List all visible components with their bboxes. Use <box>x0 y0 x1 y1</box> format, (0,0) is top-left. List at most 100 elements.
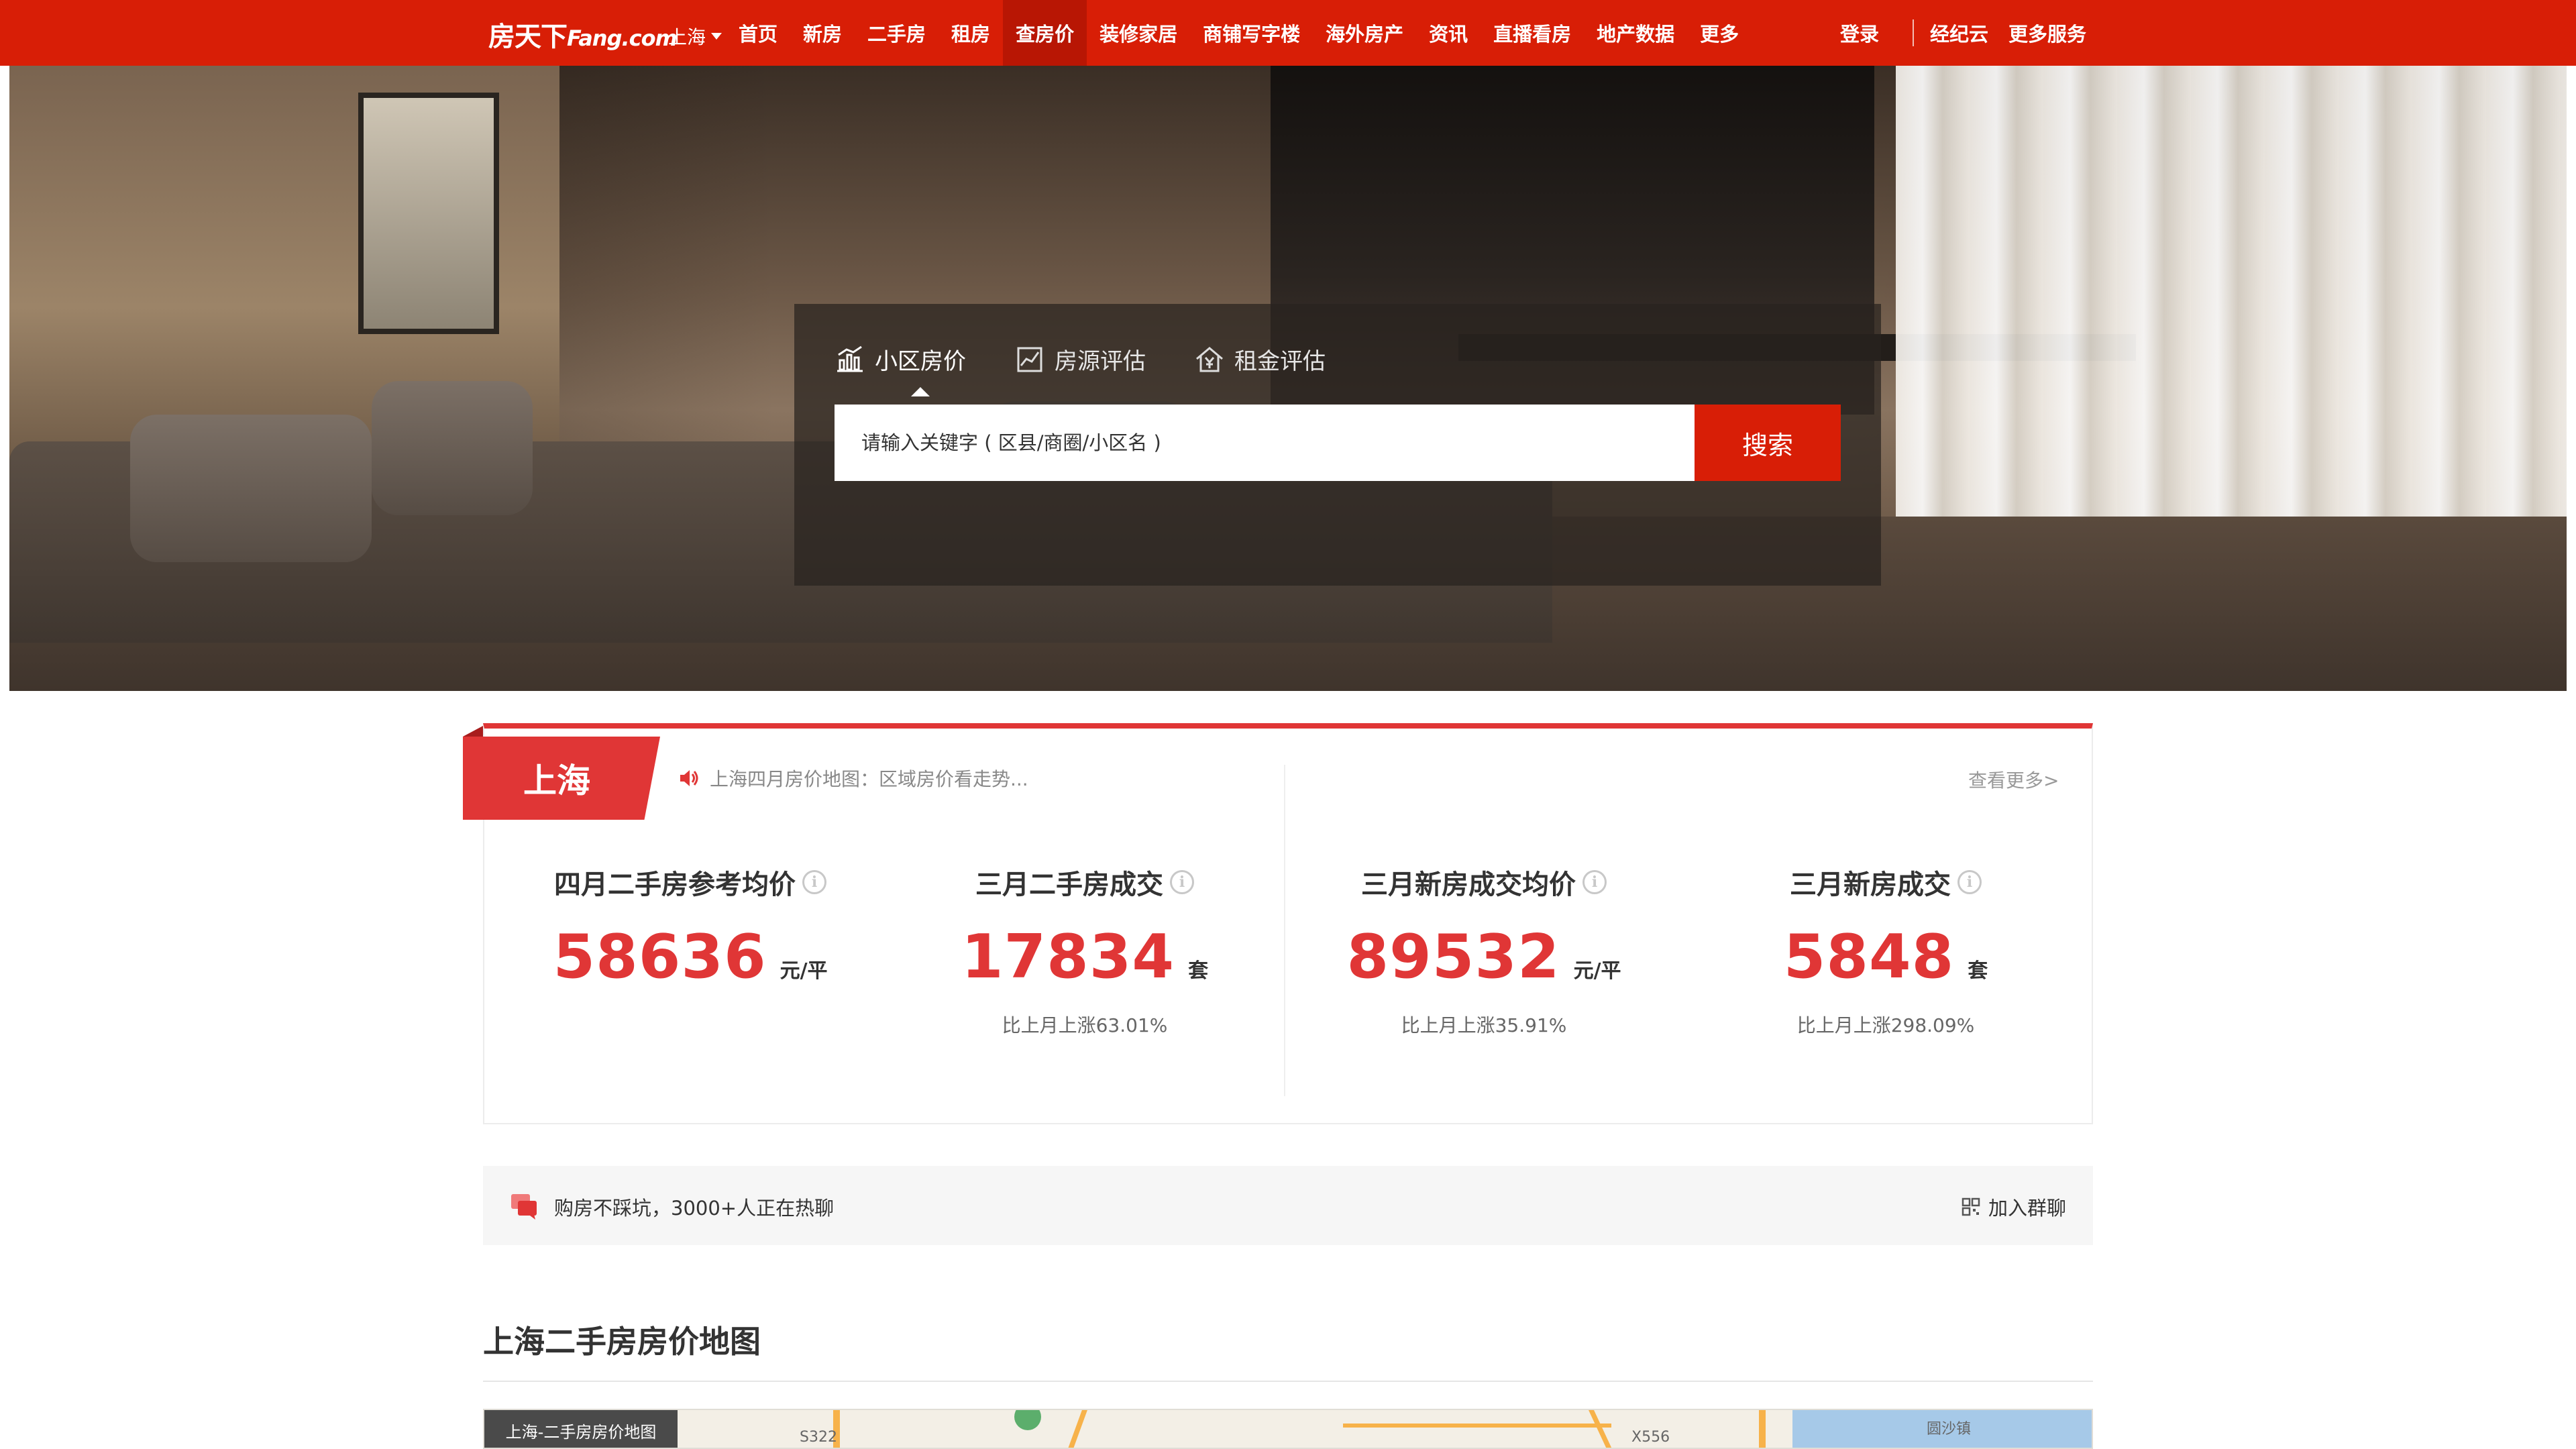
join-group-label: 加入群聊 <box>1988 1197 2066 1220</box>
stat-compare: 比上月上涨63.01% <box>1002 1014 1168 1036</box>
bar-chart-icon <box>837 345 863 372</box>
stat-resale-avg-price: 四月二手房参考均价 i 58636 元/平 <box>516 863 865 1011</box>
map-place-label: S322 <box>800 1429 837 1446</box>
stat-unit: 套 <box>1968 959 1988 983</box>
stat-label: 三月新房成交 <box>1790 869 1951 900</box>
nav-item-commercial[interactable]: 商铺写字楼 <box>1190 0 1313 66</box>
nav-item-new-homes[interactable]: 新房 <box>790 0 855 66</box>
tab-rent-valuation[interactable]: 租金评估 <box>1194 343 1326 376</box>
map-place-label: 圆沙镇 <box>1927 1421 1972 1438</box>
info-icon[interactable]: i <box>1170 870 1194 894</box>
stat-value: 17834 <box>961 922 1175 992</box>
map-place-label: X556 <box>1631 1429 1670 1446</box>
map-section-title: 上海二手房房价地图 <box>483 1324 761 1360</box>
stat-unit: 套 <box>1188 959 1209 983</box>
search-panel: 小区房价 房源评估 租金评估 搜索 <box>794 304 1881 586</box>
site-logo[interactable]: 房天下 Fang.com <box>488 15 678 52</box>
search-input[interactable] <box>835 405 1695 481</box>
hero-banner: 小区房价 房源评估 租金评估 搜索 <box>9 66 2567 691</box>
active-tab-pointer <box>911 387 930 396</box>
hero-cushion <box>372 381 533 515</box>
more-services-link[interactable]: 更多服务 <box>2008 19 2086 47</box>
nav-item-overseas[interactable]: 海外房产 <box>1313 0 1416 66</box>
search-button[interactable]: 搜索 <box>1695 405 1841 481</box>
stat-unit: 元/平 <box>780 959 828 983</box>
info-icon[interactable]: i <box>802 870 826 894</box>
stats-divider <box>1284 765 1285 1096</box>
stat-number-row: 17834 套 <box>910 922 1259 992</box>
stat-label-row: 四月二手房参考均价 i <box>516 863 865 902</box>
ticker-text: 上海四月房价地图：区域房价看走势... <box>710 768 1028 790</box>
stat-label: 三月新房成交均价 <box>1361 869 1576 900</box>
nav-item-price-check[interactable]: 查房价 <box>1003 0 1087 66</box>
stat-label-row: 三月新房成交 i <box>1711 863 2060 902</box>
city-flag-fold <box>463 726 483 737</box>
stat-number-row: 5848 套 <box>1711 922 2060 992</box>
city-flag-name: 上海 <box>523 761 590 800</box>
join-group-button[interactable]: 加入群聊 <box>1962 1193 2066 1221</box>
stat-compare: 比上月上涨35.91% <box>1401 1014 1567 1036</box>
house-yen-icon <box>1196 346 1223 372</box>
agent-cloud-link[interactable]: 经纪云 <box>1930 19 1988 47</box>
stat-unit: 元/平 <box>1573 959 1621 983</box>
tab-property-valuation-label: 房源评估 <box>1055 348 1146 375</box>
hero-artwork <box>358 93 499 334</box>
logo-en: Fang.com <box>567 25 678 51</box>
map-road <box>1067 1410 1087 1448</box>
news-ticker[interactable]: 上海四月房价地图：区域房价看走势... <box>678 765 1028 792</box>
tab-property-valuation[interactable]: 房源评估 <box>1014 343 1146 376</box>
map-park-marker <box>1014 1410 1041 1430</box>
nav-item-more[interactable]: 更多 <box>1687 0 1752 66</box>
tab-rent-valuation-label: 租金评估 <box>1234 348 1326 375</box>
login-link[interactable]: 登录 <box>1840 19 1879 47</box>
chevron-down-icon <box>711 33 722 40</box>
stat-compare: 比上月上涨298.09% <box>1796 1014 1975 1036</box>
group-chat-bar: 购房不踩坑，3000+人正在热聊 加入群聊 <box>483 1166 2093 1245</box>
stat-number-row: 58636 元/平 <box>516 922 865 992</box>
qr-code-icon <box>1962 1197 1980 1216</box>
nav-item-data[interactable]: 地产数据 <box>1584 0 1687 66</box>
city-switcher-label: 上海 <box>668 26 706 48</box>
tab-community-price[interactable]: 小区房价 <box>835 343 966 376</box>
nav-item-live[interactable]: 直播看房 <box>1481 0 1584 66</box>
hero-cushion <box>130 415 372 562</box>
main-nav: 首页 新房 二手房 租房 查房价 装修家居 商铺写字楼 海外房产 资讯 直播看房… <box>726 0 1752 66</box>
top-nav: 房天下 Fang.com 上海 首页 新房 二手房 租房 查房价 装修家居 商铺… <box>0 0 2576 66</box>
stat-new-home-avg-price: 三月新房成交均价 i 89532 元/平 比上月上涨35.91% <box>1309 863 1658 1038</box>
nav-item-home[interactable]: 首页 <box>726 0 790 66</box>
see-more-link[interactable]: 查看更多> <box>1968 766 2059 793</box>
stat-value: 89532 <box>1346 922 1560 992</box>
map-label: 上海-二手房房价地图 <box>484 1410 678 1448</box>
trend-chart-icon <box>1017 347 1042 372</box>
nav-divider <box>1912 19 1914 46</box>
stat-value: 58636 <box>553 922 767 992</box>
price-map[interactable]: S322 X556 圆沙镇 上海-二手房房价地图 <box>483 1409 2093 1449</box>
stat-label-row: 三月二手房成交 i <box>910 863 1259 902</box>
stat-resale-deals: 三月二手房成交 i 17834 套 比上月上涨63.01% <box>910 863 1259 1038</box>
stat-label-row: 三月新房成交均价 i <box>1309 863 1658 902</box>
city-flag: 上海 <box>463 726 660 820</box>
stat-value: 5848 <box>1783 922 1955 992</box>
nav-item-resale[interactable]: 二手房 <box>855 0 938 66</box>
nav-item-decoration[interactable]: 装修家居 <box>1087 0 1190 66</box>
tab-community-price-label: 小区房价 <box>875 348 966 375</box>
speaker-icon <box>680 770 698 786</box>
chat-bubbles-icon <box>511 1194 537 1220</box>
map-road <box>1759 1410 1766 1448</box>
stat-new-home-deals: 三月新房成交 i 5848 套 比上月上涨298.09% <box>1711 863 2060 1038</box>
info-icon[interactable]: i <box>1957 870 1982 894</box>
stat-number-row: 89532 元/平 <box>1309 922 1658 992</box>
chat-bar-text: 购房不踩坑，3000+人正在热聊 <box>554 1197 835 1220</box>
section-divider <box>483 1381 2093 1382</box>
nav-item-rent[interactable]: 租房 <box>938 0 1003 66</box>
search-tabs: 小区房价 房源评估 租金评估 <box>835 343 1326 376</box>
map-road <box>1589 1410 1613 1448</box>
logo-cn: 房天下 <box>488 21 568 52</box>
city-switcher[interactable]: 上海 <box>668 23 722 50</box>
stat-label: 四月二手房参考均价 <box>554 869 796 900</box>
info-icon[interactable]: i <box>1582 870 1607 894</box>
nav-item-news[interactable]: 资讯 <box>1416 0 1481 66</box>
nav-right: 登录 经纪云 更多服务 <box>1840 0 2086 66</box>
map-road <box>1343 1424 1611 1428</box>
stat-label: 三月二手房成交 <box>975 869 1163 900</box>
